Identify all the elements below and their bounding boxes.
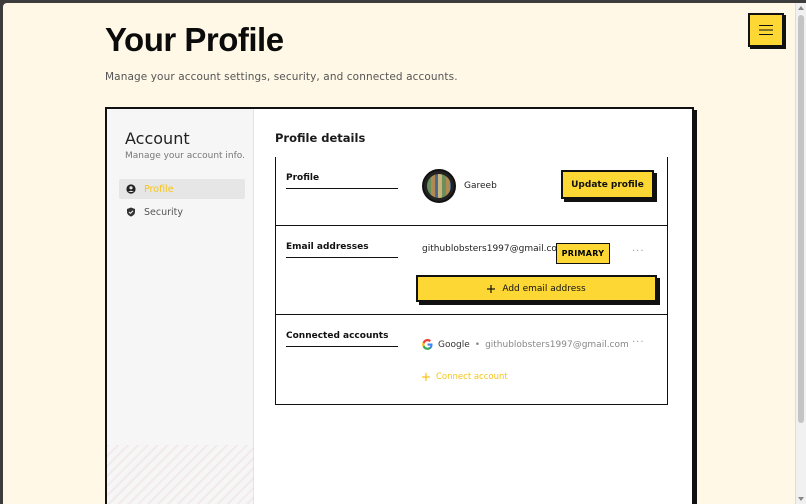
- menu-button[interactable]: [748, 13, 784, 47]
- page-scrollbar[interactable]: [795, 3, 806, 504]
- page-subtitle: Manage your account settings, security, …: [105, 71, 458, 83]
- account-card: Account Manage your account info. Profil…: [105, 107, 694, 504]
- connected-accounts-row: Connected accounts Google • githublobste…: [276, 315, 667, 405]
- scroll-thumb[interactable]: [798, 15, 804, 423]
- connect-account-link[interactable]: Connect account: [422, 372, 508, 382]
- profile-details-box: Profile Gareeb Update profile Email addr…: [275, 157, 668, 405]
- scroll-up-arrow-icon[interactable]: [798, 6, 804, 10]
- connected-more-button[interactable]: ···: [632, 337, 645, 348]
- main-panel: Profile details Profile Gareeb Update pr…: [254, 109, 692, 504]
- sidebar-item-label: Security: [144, 206, 184, 218]
- shield-check-icon: [127, 207, 135, 217]
- user-circle-icon: [126, 184, 136, 194]
- avatar[interactable]: [422, 169, 456, 203]
- username: Gareeb: [464, 181, 497, 191]
- google-icon: [422, 339, 433, 350]
- sidebar-subtitle: Manage your account info.: [125, 151, 246, 161]
- sidebar-title: Account: [125, 129, 190, 148]
- page-title: Your Profile: [105, 21, 284, 58]
- separator: •: [474, 339, 481, 350]
- primary-badge: PRIMARY: [556, 243, 610, 264]
- page-viewport: Your Profile Manage your account setting…: [3, 3, 795, 504]
- connected-accounts-label: Connected accounts: [286, 331, 398, 347]
- add-email-label: Add email address: [502, 283, 586, 294]
- email-address: githublobsters1997@gmail.com: [422, 244, 566, 254]
- email-more-button[interactable]: ···: [632, 246, 645, 257]
- email-row: Email addresses githublobsters1997@gmail…: [276, 226, 667, 315]
- profile-row: Profile Gareeb Update profile: [276, 157, 667, 226]
- provider-name: Google: [438, 339, 470, 350]
- section-title: Profile details: [275, 131, 366, 145]
- hamburger-menu-icon: [759, 25, 773, 35]
- update-profile-button[interactable]: Update profile: [561, 170, 654, 199]
- profile-label: Profile: [286, 173, 398, 189]
- sidebar-item-security[interactable]: Security: [119, 202, 245, 222]
- account-sidebar: Account Manage your account info. Profil…: [107, 109, 254, 504]
- plus-icon: [487, 284, 496, 293]
- connected-account-email: githublobsters1997@gmail.com: [485, 339, 629, 350]
- avatar-image: [427, 174, 451, 198]
- add-email-button[interactable]: Add email address: [416, 275, 657, 302]
- connected-account-google: Google • githublobsters1997@gmail.com: [422, 339, 629, 350]
- decorative-pattern: [107, 445, 254, 504]
- scroll-down-arrow-icon[interactable]: [798, 497, 804, 501]
- sidebar-item-profile[interactable]: Profile: [119, 179, 245, 199]
- sidebar-item-label: Profile: [144, 183, 174, 195]
- plus-icon: [422, 373, 430, 381]
- connect-account-label: Connect account: [436, 372, 508, 382]
- email-label: Email addresses: [286, 242, 398, 258]
